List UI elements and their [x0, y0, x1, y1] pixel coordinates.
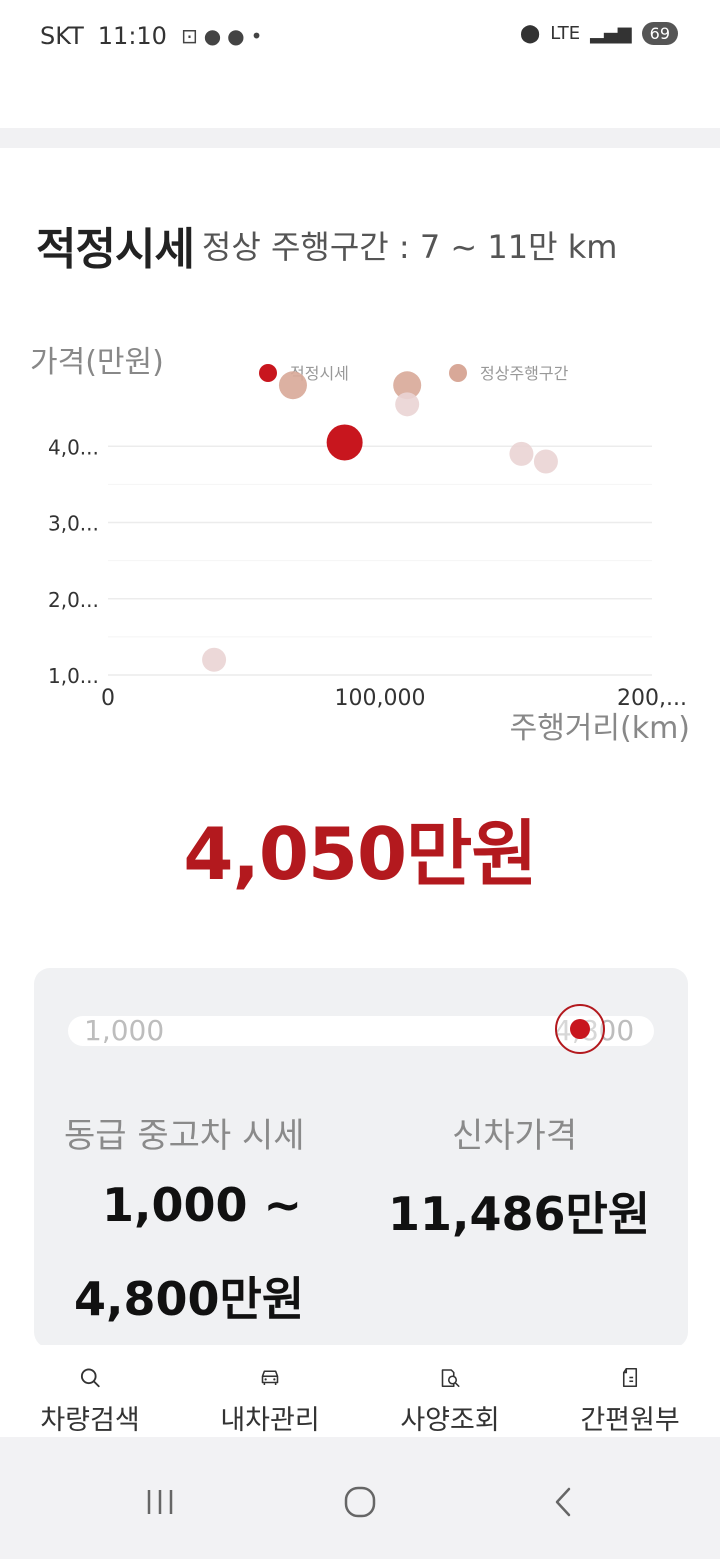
- nav-label: 사양조회: [400, 1405, 500, 1436]
- used-price-range-line2: 4,800만원: [74, 1272, 305, 1326]
- section-divider: [0, 128, 720, 148]
- y-tick-label: 4,0...: [48, 435, 99, 459]
- nav-label: 차량검색: [40, 1405, 140, 1436]
- message-icon: ●: [203, 24, 222, 48]
- chat-icon: ●: [227, 24, 245, 48]
- search-icon: [80, 1368, 100, 1388]
- y-tick-label: 2,0...: [48, 588, 99, 612]
- data-point: [278, 371, 307, 400]
- nav-item-my-car[interactable]: 내차관리: [180, 1345, 360, 1437]
- new-car-price-value: 11,486만원: [388, 1187, 651, 1241]
- title-row: 적정시세 정상 주행구간 : 7 ~ 11만 km: [36, 210, 696, 280]
- notification-icons: ⊡ ● ● •: [181, 24, 262, 48]
- back-icon: [555, 1487, 571, 1517]
- nav-item-vehicle-search[interactable]: 차량검색: [0, 1345, 180, 1437]
- recent-apps-button[interactable]: [130, 1477, 190, 1527]
- back-button[interactable]: [534, 1477, 594, 1527]
- network-label: LTE: [550, 23, 581, 44]
- time-label: 11:10: [97, 22, 167, 50]
- system-navigation-bar: [0, 1437, 720, 1559]
- y-tick-label: 1,0...: [48, 664, 99, 688]
- data-point: [202, 647, 227, 672]
- x-tick-label: 0: [101, 686, 115, 711]
- legend-marker: [449, 364, 467, 382]
- x-axis-label: 주행거리(km): [510, 711, 690, 746]
- battery-icon: 69: [641, 22, 678, 45]
- price-slider-handle[interactable]: [555, 1004, 605, 1054]
- home-button[interactable]: [330, 1477, 390, 1527]
- more-dot-icon: •: [250, 24, 263, 48]
- signal-icon: ▂▄▆: [590, 23, 632, 44]
- page-title: 적정시세: [36, 224, 195, 275]
- nav-label: 간편원부: [580, 1405, 680, 1436]
- x-tick-label: 200,...: [617, 686, 687, 711]
- data-point: [326, 424, 363, 461]
- document-icon: [622, 1367, 638, 1388]
- normal-range-label: 정상 주행구간 : 7 ~ 11만 km: [201, 228, 618, 266]
- used-price-label: 동급 중고차 시세: [64, 1116, 305, 1156]
- location-icon: ⬤: [520, 23, 541, 44]
- price-range-card: 1,000 4,800 동급 중고차 시세 1,000 ~ 4,800만원 신차…: [34, 968, 688, 1348]
- data-point: [533, 449, 558, 474]
- recent-apps-icon: [147, 1490, 173, 1514]
- data-point: [395, 392, 420, 417]
- car-icon: [261, 1370, 279, 1385]
- chart-svg: 4,0... 3,0... 2,0... 1,0...0 100,000 200,... 가…: [30, 345, 690, 746]
- status-left: SKT 11:10 ⊡ ● ● •: [40, 22, 262, 50]
- spec-search-icon: [441, 1369, 460, 1388]
- fair-price: 4,050만원: [183, 812, 537, 896]
- status-bar: SKT 11:10 ⊡ ● ● • ⬤ LTE ▂▄▆ 69: [0, 0, 720, 80]
- legend-label: 정상주행구간: [480, 364, 569, 383]
- used-price-range-line1: 1,000 ~: [102, 1178, 303, 1232]
- legend-marker: [259, 364, 277, 382]
- new-car-price-label: 신차가격: [452, 1116, 578, 1156]
- carrier-label: SKT: [40, 22, 84, 50]
- y-tick-label: 3,0...: [48, 512, 99, 536]
- x-tick-label: 100,000: [335, 686, 426, 711]
- status-right: ⬤ LTE ▂▄▆ 69: [520, 22, 678, 45]
- nav-item-registration[interactable]: 간편원부: [540, 1345, 720, 1437]
- bottom-navigation: 차량검색 내차관리 사양조회 간편원부: [0, 1345, 720, 1437]
- nav-label: 내차관리: [220, 1405, 320, 1436]
- data-point: [509, 441, 534, 466]
- home-icon: [344, 1486, 376, 1518]
- price-mileage-chart: 4,0... 3,0... 2,0... 1,0... 0 100,000 200,... 가…: [0, 330, 720, 750]
- y-axis-label: 가격(만원): [30, 345, 164, 380]
- screenshot-icon: ⊡: [180, 24, 198, 48]
- slider-min-label: 1,000: [84, 1014, 165, 1047]
- nav-item-spec-lookup[interactable]: 사양조회: [360, 1345, 540, 1437]
